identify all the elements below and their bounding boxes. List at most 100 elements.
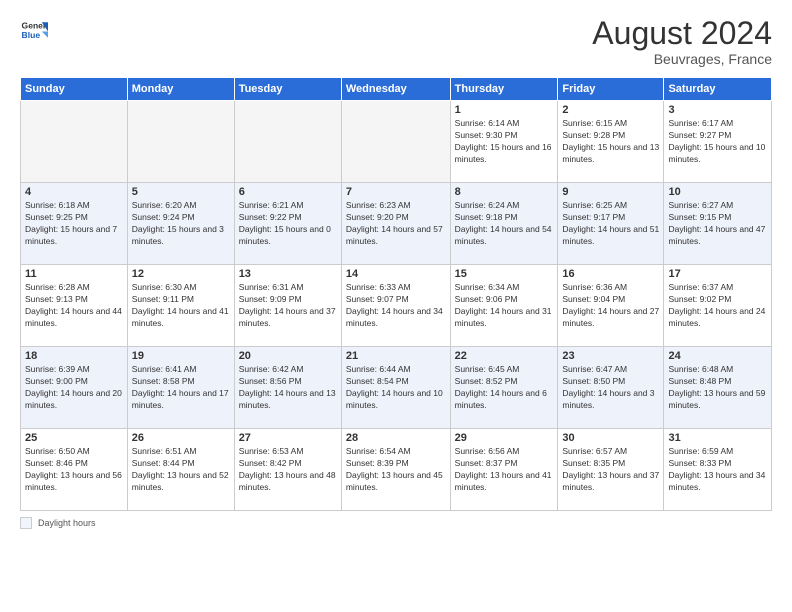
calendar-cell [127, 101, 234, 183]
calendar-cell: 22 Sunrise: 6:45 AM Sunset: 8:52 PM Dayli… [450, 347, 558, 429]
day-number: 8 [455, 186, 554, 198]
location: Beuvrages, France [592, 51, 772, 67]
header: General Blue August 2024 Beuvrages, Fran… [20, 16, 772, 67]
calendar-cell: 26 Sunrise: 6:51 AM Sunset: 8:44 PM Dayli… [127, 429, 234, 511]
header-monday: Monday [127, 78, 234, 101]
day-info: Sunrise: 6:54 AM Sunset: 8:39 PM Dayligh… [346, 446, 446, 494]
calendar-cell: 17Sunrise: 6:37 AM Sunset: 9:02 PM Dayli… [664, 265, 772, 347]
day-number: 3 [668, 104, 767, 116]
svg-text:Blue: Blue [22, 30, 41, 40]
day-number: 20 [239, 350, 337, 362]
day-info: Sunrise: 6:21 AM Sunset: 9:22 PM Dayligh… [239, 200, 337, 248]
calendar-cell: 29 Sunrise: 6:56 AM Sunset: 8:37 PM Dayli… [450, 429, 558, 511]
day-info: Sunrise: 6:34 AM Sunset: 9:06 PM Dayligh… [455, 282, 554, 330]
calendar-cell: 1Sunrise: 6:14 AM Sunset: 9:30 PM Daylig… [450, 101, 558, 183]
day-number: 5 [132, 186, 230, 198]
calendar-cell: 11 Sunrise: 6:28 AM Sunset: 9:13 PM Dayli… [21, 265, 128, 347]
calendar-cell: 27 Sunrise: 6:53 AM Sunset: 8:42 PM Dayli… [234, 429, 341, 511]
day-number: 15 [455, 268, 554, 280]
calendar-cell: 19Sunrise: 6:41 AM Sunset: 8:58 PM Dayli… [127, 347, 234, 429]
day-number: 22 [455, 350, 554, 362]
day-info: Sunrise: 6:36 AM Sunset: 9:04 PM Dayligh… [562, 282, 659, 330]
header-saturday: Saturday [664, 78, 772, 101]
header-thursday: Thursday [450, 78, 558, 101]
day-info: Sunrise: 6:42 AM Sunset: 8:56 PM Dayligh… [239, 364, 337, 412]
header-wednesday: Wednesday [341, 78, 450, 101]
day-info: Sunrise: 6:28 AM Sunset: 9:13 PM Dayligh… [25, 282, 123, 330]
day-number: 25 [25, 432, 123, 444]
day-number: 19 [132, 350, 230, 362]
calendar-cell: 7 Sunrise: 6:23 AM Sunset: 9:20 PM Daylig… [341, 183, 450, 265]
day-number: 1 [455, 104, 554, 116]
logo-icon: General Blue [20, 16, 48, 44]
day-info: Sunrise: 6:15 AM Sunset: 9:28 PM Dayligh… [562, 118, 659, 166]
calendar-cell: 12Sunrise: 6:30 AM Sunset: 9:11 PM Dayli… [127, 265, 234, 347]
day-number: 29 [455, 432, 554, 444]
calendar-cell: 13Sunrise: 6:31 AM Sunset: 9:09 PM Dayli… [234, 265, 341, 347]
calendar-cell: 3Sunrise: 6:17 AM Sunset: 9:27 PM Daylig… [664, 101, 772, 183]
calendar-cell: 25 Sunrise: 6:50 AM Sunset: 8:46 PM Dayli… [21, 429, 128, 511]
header-sunday: Sunday [21, 78, 128, 101]
day-number: 28 [346, 432, 446, 444]
day-number: 14 [346, 268, 446, 280]
calendar-cell: 30 Sunrise: 6:57 AM Sunset: 8:35 PM Dayli… [558, 429, 664, 511]
day-number: 2 [562, 104, 659, 116]
day-info: Sunrise: 6:18 AM Sunset: 9:25 PM Dayligh… [25, 200, 123, 248]
day-number: 27 [239, 432, 337, 444]
calendar-cell: 5Sunrise: 6:20 AM Sunset: 9:24 PM Daylig… [127, 183, 234, 265]
month-year: August 2024 [592, 16, 772, 51]
day-info: Sunrise: 6:45 AM Sunset: 8:52 PM Dayligh… [455, 364, 554, 412]
day-number: 13 [239, 268, 337, 280]
day-number: 11 [25, 268, 123, 280]
day-info: Sunrise: 6:48 AM Sunset: 8:48 PM Dayligh… [668, 364, 767, 412]
day-number: 10 [668, 186, 767, 198]
day-info: Sunrise: 6:47 AM Sunset: 8:50 PM Dayligh… [562, 364, 659, 412]
week-row-4: 18 Sunrise: 6:39 AM Sunset: 9:00 PM Dayli… [21, 347, 772, 429]
header-tuesday: Tuesday [234, 78, 341, 101]
day-number: 9 [562, 186, 659, 198]
day-number: 18 [25, 350, 123, 362]
calendar-cell: 23 Sunrise: 6:47 AM Sunset: 8:50 PM Dayli… [558, 347, 664, 429]
calendar-cell: 28 Sunrise: 6:54 AM Sunset: 8:39 PM Dayli… [341, 429, 450, 511]
day-number: 16 [562, 268, 659, 280]
day-info: Sunrise: 6:23 AM Sunset: 9:20 PM Dayligh… [346, 200, 446, 248]
day-info: Sunrise: 6:51 AM Sunset: 8:44 PM Dayligh… [132, 446, 230, 494]
day-info: Sunrise: 6:53 AM Sunset: 8:42 PM Dayligh… [239, 446, 337, 494]
day-info: Sunrise: 6:30 AM Sunset: 9:11 PM Dayligh… [132, 282, 230, 330]
calendar-cell: 10 Sunrise: 6:27 AM Sunset: 9:15 PM Dayli… [664, 183, 772, 265]
calendar-page: General Blue August 2024 Beuvrages, Fran… [0, 0, 792, 612]
day-info: Sunrise: 6:59 AM Sunset: 8:33 PM Dayligh… [668, 446, 767, 494]
day-number: 17 [668, 268, 767, 280]
calendar-cell: 14Sunrise: 6:33 AM Sunset: 9:07 PM Dayli… [341, 265, 450, 347]
calendar-cell: 31 Sunrise: 6:59 AM Sunset: 8:33 PM Dayli… [664, 429, 772, 511]
logo: General Blue [20, 16, 48, 44]
day-number: 26 [132, 432, 230, 444]
calendar-cell: 16 Sunrise: 6:36 AM Sunset: 9:04 PM Dayli… [558, 265, 664, 347]
title-block: August 2024 Beuvrages, France [592, 16, 772, 67]
day-info: Sunrise: 6:27 AM Sunset: 9:15 PM Dayligh… [668, 200, 767, 248]
day-number: 23 [562, 350, 659, 362]
calendar-table: Sunday Monday Tuesday Wednesday Thursday… [20, 77, 772, 511]
day-number: 4 [25, 186, 123, 198]
day-number: 7 [346, 186, 446, 198]
day-info: Sunrise: 6:56 AM Sunset: 8:37 PM Dayligh… [455, 446, 554, 494]
week-row-3: 11 Sunrise: 6:28 AM Sunset: 9:13 PM Dayli… [21, 265, 772, 347]
daylight-legend-box [20, 517, 32, 529]
calendar-cell: 9Sunrise: 6:25 AM Sunset: 9:17 PM Daylig… [558, 183, 664, 265]
daylight-label: Daylight hours [38, 518, 96, 528]
day-info: Sunrise: 6:57 AM Sunset: 8:35 PM Dayligh… [562, 446, 659, 494]
calendar-cell: 21Sunrise: 6:44 AM Sunset: 8:54 PM Dayli… [341, 347, 450, 429]
calendar-cell: 24 Sunrise: 6:48 AM Sunset: 8:48 PM Dayli… [664, 347, 772, 429]
day-info: Sunrise: 6:39 AM Sunset: 9:00 PM Dayligh… [25, 364, 123, 412]
calendar-cell: 6Sunrise: 6:21 AM Sunset: 9:22 PM Daylig… [234, 183, 341, 265]
day-number: 31 [668, 432, 767, 444]
weekday-header-row: Sunday Monday Tuesday Wednesday Thursday… [21, 78, 772, 101]
footer: Daylight hours [20, 517, 772, 529]
day-number: 21 [346, 350, 446, 362]
day-number: 30 [562, 432, 659, 444]
header-friday: Friday [558, 78, 664, 101]
day-number: 24 [668, 350, 767, 362]
week-row-2: 4 Sunrise: 6:18 AM Sunset: 9:25 PM Daylig… [21, 183, 772, 265]
calendar-cell [21, 101, 128, 183]
day-info: Sunrise: 6:50 AM Sunset: 8:46 PM Dayligh… [25, 446, 123, 494]
